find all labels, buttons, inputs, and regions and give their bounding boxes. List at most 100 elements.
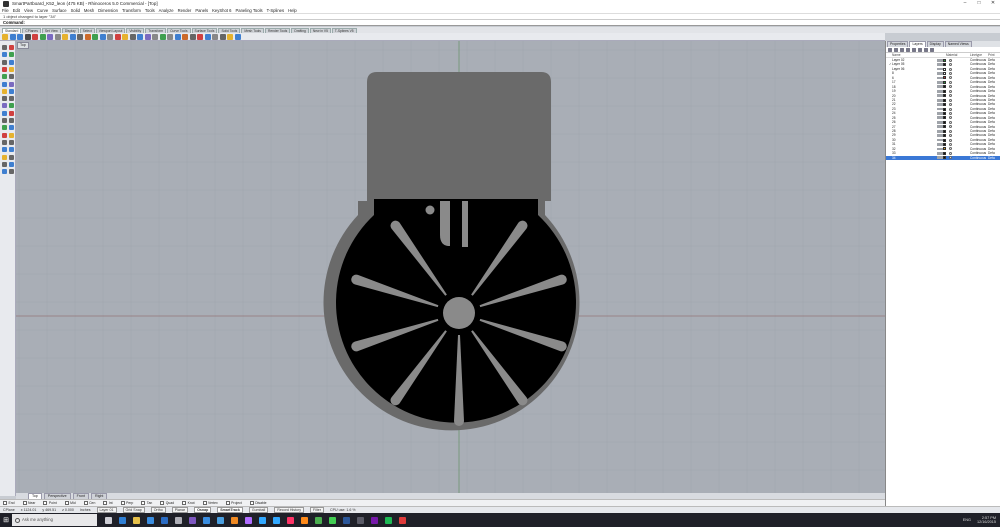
menu-curve[interactable]: Curve: [37, 8, 48, 13]
left-tool-1-icon[interactable]: [9, 45, 14, 50]
layer-material-icon[interactable]: [949, 94, 952, 98]
layer-color-swatch[interactable]: [943, 120, 946, 124]
menu-edit[interactable]: Edit: [13, 8, 20, 13]
arc-icon[interactable]: [197, 33, 203, 40]
layer-print-width[interactable]: Defa: [988, 156, 995, 160]
part-outline[interactable]: [323, 72, 580, 431]
osnap-cen[interactable]: Cen: [83, 501, 95, 505]
layer-icon[interactable]: [129, 33, 136, 40]
visible-bulb-icon[interactable]: [937, 138, 940, 142]
layer-material-icon[interactable]: [949, 125, 952, 129]
left-tool-2-icon[interactable]: [2, 52, 7, 58]
layer-material-icon[interactable]: [949, 116, 952, 120]
viewport-canvas[interactable]: [16, 41, 885, 493]
object-snap-icon[interactable]: [144, 33, 151, 40]
calculator-taskbar-icon[interactable]: [356, 516, 364, 524]
visible-bulb-icon[interactable]: [937, 116, 940, 120]
extrude-icon[interactable]: [212, 33, 218, 40]
osnap-disable[interactable]: Disable: [249, 501, 267, 505]
left-tool-25-icon[interactable]: [9, 132, 14, 138]
layer-material-icon[interactable]: [949, 151, 952, 155]
layer-color-swatch[interactable]: [943, 125, 946, 129]
app-red-taskbar-icon[interactable]: [398, 516, 406, 524]
visible-bulb-icon[interactable]: [937, 76, 940, 80]
edge-taskbar-icon[interactable]: [118, 516, 126, 524]
osnap-knot[interactable]: Knot: [182, 501, 195, 505]
layer-material-icon[interactable]: [949, 80, 952, 84]
panel-tab-named-views[interactable]: Named Views: [944, 41, 972, 47]
lightroom-taskbar-icon[interactable]: [272, 516, 280, 524]
zoom-extents-icon[interactable]: [99, 33, 106, 40]
photoshop-taskbar-icon[interactable]: [258, 516, 266, 524]
layer-color-swatch[interactable]: [943, 156, 946, 160]
osnap-mid-checkbox[interactable]: [64, 501, 69, 505]
layer-material-icon[interactable]: [949, 103, 952, 107]
left-tool-30-icon[interactable]: [2, 154, 7, 160]
curve-icon[interactable]: [182, 33, 188, 40]
left-tool-23-icon[interactable]: [9, 125, 14, 131]
layer-material-icon[interactable]: [949, 89, 952, 93]
illustrator-taskbar-icon[interactable]: [230, 516, 238, 524]
menu-file[interactable]: File: [2, 8, 9, 13]
osnap-knot-checkbox[interactable]: [182, 501, 187, 505]
render-icon[interactable]: [122, 33, 128, 40]
undo-icon[interactable]: [54, 33, 61, 40]
firefox-taskbar-icon[interactable]: [300, 516, 308, 524]
spotify-taskbar-icon[interactable]: [384, 516, 392, 524]
menu-solid[interactable]: Solid: [71, 8, 80, 13]
layer-material-icon[interactable]: [949, 156, 952, 160]
left-tool-4-icon[interactable]: [2, 59, 7, 65]
boolean-icon[interactable]: [219, 33, 226, 40]
maximize-button[interactable]: □: [972, 0, 986, 7]
mail-taskbar-icon[interactable]: [160, 516, 168, 524]
premiere-taskbar-icon[interactable]: [244, 516, 252, 524]
layer-material-icon[interactable]: [949, 67, 952, 71]
menu-surface[interactable]: Surface: [52, 8, 66, 13]
help-icon[interactable]: [930, 47, 934, 52]
osnap-mid[interactable]: Mid: [64, 501, 76, 505]
minimize-button[interactable]: –: [958, 0, 972, 7]
left-tool-10-icon[interactable]: [2, 81, 7, 87]
osnap-int[interactable]: Int: [103, 501, 113, 505]
layer-color-swatch[interactable]: [943, 116, 946, 120]
left-tool-27-icon[interactable]: [9, 139, 14, 145]
menu-help[interactable]: Help: [288, 8, 297, 13]
visible-bulb-icon[interactable]: [937, 63, 940, 67]
delete-layer-icon[interactable]: [900, 47, 904, 52]
rectangle-icon[interactable]: [204, 33, 211, 40]
left-tool-20-icon[interactable]: [2, 118, 7, 123]
layer-color-swatch[interactable]: [943, 111, 946, 115]
left-tool-35-icon[interactable]: [9, 169, 14, 175]
visible-bulb-icon[interactable]: [937, 89, 940, 93]
cortana-search[interactable]: Ask me anything: [12, 514, 97, 526]
layer-color-swatch[interactable]: [943, 129, 946, 133]
left-tool-26-icon[interactable]: [2, 139, 7, 145]
visible-bulb-icon[interactable]: [937, 80, 940, 84]
menu-transform[interactable]: Transform: [122, 8, 141, 13]
store-taskbar-icon[interactable]: [146, 516, 154, 524]
command-prompt[interactable]: Command:: [0, 20, 1000, 26]
visible-bulb-icon[interactable]: [937, 72, 940, 75]
left-tool-15-icon[interactable]: [9, 96, 14, 102]
visible-bulb-icon[interactable]: [937, 94, 940, 98]
open-icon[interactable]: [9, 33, 16, 40]
layer-color-swatch[interactable]: [943, 103, 946, 107]
left-tool-14-icon[interactable]: [2, 96, 7, 102]
visible-bulb-icon[interactable]: [937, 67, 940, 71]
menu-render[interactable]: Render: [178, 8, 192, 13]
left-tool-6-icon[interactable]: [2, 66, 7, 72]
osnap-point[interactable]: Point: [43, 501, 57, 505]
layer-color-swatch[interactable]: [943, 94, 946, 98]
osnap-quad-checkbox[interactable]: [160, 501, 165, 505]
new-sublayer-icon[interactable]: [894, 47, 898, 52]
calendar-taskbar-icon[interactable]: [216, 516, 224, 524]
windows-start-icon[interactable]: ⊞: [0, 513, 12, 527]
left-tool-3-icon[interactable]: [9, 52, 14, 58]
osnap-tan-checkbox[interactable]: [141, 501, 146, 505]
osnap-point-checkbox[interactable]: [43, 501, 48, 505]
visual-studio-taskbar-icon[interactable]: [188, 516, 196, 524]
visible-bulb-icon[interactable]: [937, 58, 940, 62]
left-tool-18-icon[interactable]: [2, 110, 7, 116]
left-tool-28-icon[interactable]: [2, 147, 7, 153]
osnap-perp[interactable]: Perp: [120, 501, 133, 505]
